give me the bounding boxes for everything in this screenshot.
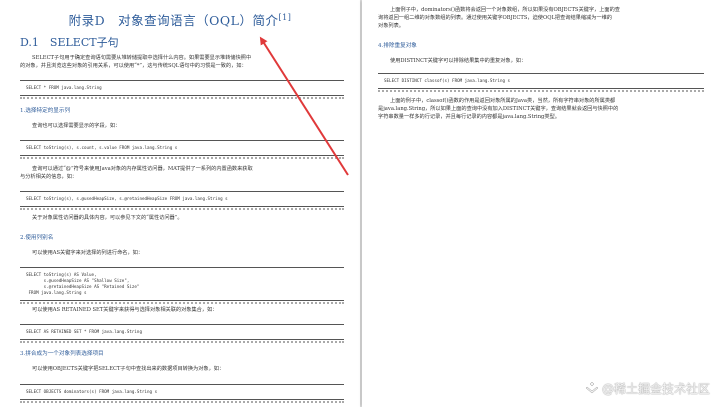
code-block-property-accessor: SELECT toString(s), s.@usedHeapSize, s.@… (20, 191, 344, 210)
code-block-retained-set: SELECT AS RETAINED SET * FROM java.lang.… (20, 324, 344, 343)
subheading-objects: 3.拼合成为一个对象列表选择项目 (20, 351, 104, 357)
retained-set-text: 可以使用AS RETAINED SET关键字来获得与选择对象相关联的对象集合，如… (32, 307, 218, 313)
property-accessor-text: 查询可以通过“@”符号来使用Java对象的内存属性访问器，MAT提供了一系列的内… (20, 166, 253, 180)
subheading-column-alias: 2.使用列别名 (20, 235, 54, 241)
objects-text: 可以使用OBJECTS关键字把SELECT子句中查找出来的数据项目转换为对象，如… (32, 366, 225, 372)
distinct-text: 使用DISTINCT关键字可以排除结果集中的重复对象，如： (390, 58, 527, 64)
subheading-select-columns: 1.选择特定的显示列 (20, 108, 71, 114)
subheading-distinct: 4.排除重复对象 (378, 43, 417, 49)
column-alias-text: 可以使用AS关键字来对选择的列进行命名，如： (32, 250, 144, 256)
watermark: @稀土掘金技术社区 (585, 380, 710, 397)
code-block-column-alias: SELECT toString(s) AS Value, s.@usedHeap… (20, 267, 344, 304)
intro-paragraph: SELECT子句用于确定查询语句需要从堆转储提取中选择什么内容。如果需要显示堆转… (20, 55, 252, 69)
left-page: 附录D 对象查询语言（OQL）简介[1] D.1 SELECT子句 SELECT… (0, 0, 360, 407)
code-block-objects: SELECT OBJECTS dominators(s) FROM java.l… (20, 384, 344, 403)
code-block-select-columns: SELECT toString(s), s.count, s.value FRO… (20, 140, 344, 159)
select-columns-text: 查询也可以选择需要显示的字段，如： (32, 123, 121, 129)
code-block-distinct: SELECT DISTINCT classof(s) FROM java.lan… (378, 73, 704, 92)
dominators-explanation: 上面例子中，dominators()函数将会返回一个对象数组，所以如果没有OBJ… (378, 7, 620, 29)
code-block-intro: SELECT * FROM java.lang.String (20, 80, 344, 99)
accessor-reference-text: 关于对象属性访问器的具体内容，可以参见下文的“属性访问器”。 (32, 215, 183, 221)
right-page: 上面例子中，dominators()函数将会返回一个对象数组，所以如果没有OBJ… (362, 0, 720, 407)
title-footnote-marker[interactable]: [1] (278, 13, 291, 22)
classof-explanation: 上面的例子中，classof()函数的作用是返回对象所属的Java类，当然，所有… (378, 98, 619, 120)
section-heading: D.1 SELECT子句 (20, 36, 119, 49)
juejin-logo-icon (585, 381, 599, 394)
page-title: 附录D 对象查询语言（OQL）简介[1] (68, 12, 292, 28)
